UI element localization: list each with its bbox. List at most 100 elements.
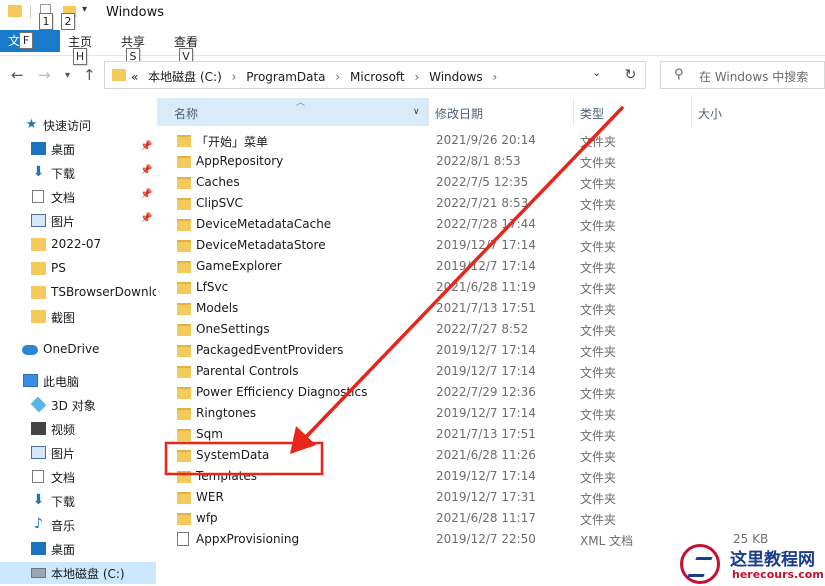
file-name[interactable]: Models — [196, 301, 238, 315]
file-row[interactable]: LfSvc 2021/6/28 11:19 文件夹 — [157, 277, 825, 298]
folder-icon — [177, 198, 191, 210]
nav-item-music[interactable]: ♪ 音乐 — [0, 514, 156, 536]
search-box[interactable]: ⚲ 在 Windows 中搜索 — [660, 61, 825, 89]
column-header-size[interactable]: 大小 — [698, 105, 722, 122]
file-row[interactable]: OneSettings 2022/7/27 8:52 文件夹 — [157, 319, 825, 340]
nav-item-drive-c[interactable]: 本地磁盘 (C:) — [0, 562, 156, 584]
column-header-date[interactable]: 修改日期 — [435, 105, 483, 122]
file-row[interactable]: DeviceMetadataStore 2019/12/7 17:14 文件夹 — [157, 235, 825, 256]
forward-button[interactable]: → — [38, 66, 51, 84]
up-button[interactable]: ↑ — [83, 66, 96, 84]
file-row[interactable]: WER 2019/12/7 17:31 文件夹 — [157, 487, 825, 508]
file-row[interactable]: 「开始」菜单 2021/9/26 20:14 文件夹 — [157, 130, 825, 151]
column-header-type[interactable]: 类型 — [580, 105, 604, 122]
file-name[interactable]: Caches — [196, 175, 240, 189]
chevron-right-icon[interactable]: › — [335, 70, 340, 84]
refresh-button[interactable]: ↻ — [616, 61, 646, 89]
column-divider[interactable] — [573, 98, 574, 126]
column-header-name[interactable]: ︿ 名称 ∨ — [157, 98, 429, 126]
nav-item-documents-pc[interactable]: 文档 — [0, 466, 156, 488]
pictures-icon — [31, 446, 46, 459]
file-row[interactable]: Caches 2022/7/5 12:35 文件夹 — [157, 172, 825, 193]
file-row[interactable]: Parental Controls 2019/12/7 17:14 文件夹 — [157, 361, 825, 382]
file-name[interactable]: DeviceMetadataCache — [196, 217, 331, 231]
file-name[interactable]: WER — [196, 490, 224, 504]
download-icon: ⬇ — [32, 164, 45, 180]
nav-item-desktop-pc[interactable]: 桌面 — [0, 538, 156, 560]
file-row[interactable]: wfp 2021/6/28 11:17 文件夹 — [157, 508, 825, 529]
chevron-right-icon[interactable]: › — [493, 70, 498, 84]
pin-icon[interactable]: 📌 — [140, 213, 152, 224]
file-name[interactable]: SystemData — [196, 448, 269, 462]
nav-item-pictures-pc[interactable]: 图片 — [0, 442, 156, 464]
file-name[interactable]: Parental Controls — [196, 364, 299, 378]
nav-item-screenshots[interactable]: 截图 — [0, 306, 156, 328]
file-date: 2021/7/13 17:51 — [436, 427, 536, 441]
nav-item-ps[interactable]: PS — [0, 258, 156, 280]
back-button[interactable]: ← — [11, 66, 24, 84]
file-row[interactable]: SystemData 2021/6/28 11:26 文件夹 — [157, 445, 825, 466]
folder-icon[interactable] — [8, 5, 22, 17]
chevron-down-icon[interactable]: ∨ — [413, 107, 420, 117]
customize-toolbar-icon[interactable]: ▾ — [82, 4, 87, 15]
nav-item-videos[interactable]: 视频 — [0, 418, 156, 440]
file-row[interactable]: Templates 2019/12/7 17:14 文件夹 — [157, 466, 825, 487]
nav-onedrive[interactable]: OneDrive — [0, 339, 156, 361]
file-row[interactable]: AppRepository 2022/8/1 8:53 文件夹 — [157, 151, 825, 172]
pin-icon[interactable]: 📌 — [140, 165, 152, 176]
nav-item-pictures[interactable]: 图片 📌 — [0, 210, 156, 232]
chevron-right-icon[interactable]: › — [414, 70, 419, 84]
file-type: 文件夹 — [580, 261, 617, 275]
search-placeholder[interactable]: 在 Windows 中搜索 — [699, 68, 808, 85]
file-name[interactable]: Sqm — [196, 427, 223, 441]
file-name[interactable]: AppxProvisioning — [196, 532, 299, 546]
address-bar[interactable]: « 本地磁盘 (C:) › ProgramData › Microsoft › … — [104, 61, 646, 89]
breadcrumb-drive[interactable]: 本地磁盘 (C:) — [148, 70, 222, 84]
file-row[interactable]: Sqm 2021/7/13 17:51 文件夹 — [157, 424, 825, 445]
file-name[interactable]: wfp — [196, 511, 218, 525]
file-name[interactable]: LfSvc — [196, 280, 228, 294]
file-row[interactable]: Power Efficiency Diagnostics 2022/7/29 12… — [157, 382, 825, 403]
folder-icon — [177, 303, 191, 315]
file-name[interactable]: OneSettings — [196, 322, 270, 336]
pin-icon[interactable]: 📌 — [140, 189, 152, 200]
nav-item-downloads[interactable]: ⬇ 下载 📌 — [0, 162, 156, 184]
nav-quick-access[interactable]: ★ 快速访问 — [0, 114, 156, 136]
file-row[interactable]: Ringtones 2019/12/7 17:14 文件夹 — [157, 403, 825, 424]
nav-label: 图片 — [51, 447, 76, 461]
breadcrumb-overflow[interactable]: « — [131, 70, 138, 84]
breadcrumb-programdata[interactable]: ProgramData — [246, 70, 325, 84]
chevron-right-icon[interactable]: › — [232, 70, 237, 84]
pin-icon[interactable]: 📌 — [140, 141, 152, 152]
nav-item-downloads-pc[interactable]: ⬇ 下载 — [0, 490, 156, 512]
file-name[interactable]: ClipSVC — [196, 196, 243, 210]
file-type: 文件夹 — [580, 219, 617, 233]
chevron-down-icon[interactable]: ⌄ — [592, 66, 601, 79]
file-row[interactable]: GameExplorer 2019/12/7 17:14 文件夹 — [157, 256, 825, 277]
nav-this-pc[interactable]: 此电脑 — [0, 370, 156, 392]
tab-file[interactable]: 文件 F — [0, 30, 60, 52]
breadcrumb-windows[interactable]: Windows — [429, 70, 483, 84]
breadcrumb-microsoft[interactable]: Microsoft — [350, 70, 405, 84]
nav-item-3d-objects[interactable]: 3D 对象 — [0, 394, 156, 416]
file-row[interactable]: PackagedEventProviders 2019/12/7 17:14 文件夹 — [157, 340, 825, 361]
nav-item-desktop[interactable]: 桌面 📌 — [0, 138, 156, 160]
recent-locations-button[interactable]: ▾ — [65, 70, 70, 81]
file-name[interactable]: Power Efficiency Diagnostics — [196, 385, 367, 399]
nav-item-documents[interactable]: 文档 📌 — [0, 186, 156, 208]
file-name[interactable]: Ringtones — [196, 406, 256, 420]
nav-item-tsbrowserdownloads[interactable]: TSBrowserDownloads — [0, 282, 156, 304]
file-name[interactable]: Templates — [196, 469, 257, 483]
file-type: 文件夹 — [580, 177, 617, 191]
file-name[interactable]: GameExplorer — [196, 259, 282, 273]
file-row[interactable]: Models 2021/7/13 17:51 文件夹 — [157, 298, 825, 319]
file-date: 2019/12/7 17:14 — [436, 343, 536, 357]
file-row[interactable]: DeviceMetadataCache 2022/7/28 17:44 文件夹 — [157, 214, 825, 235]
file-name[interactable]: AppRepository — [196, 154, 283, 168]
file-name[interactable]: PackagedEventProviders — [196, 343, 343, 357]
nav-item-2022-07[interactable]: 2022-07 — [0, 234, 156, 256]
file-name[interactable]: 「开始」菜单 — [196, 133, 268, 150]
file-name[interactable]: DeviceMetadataStore — [196, 238, 326, 252]
column-divider[interactable] — [691, 98, 692, 126]
file-row[interactable]: ClipSVC 2022/7/21 8:53 文件夹 — [157, 193, 825, 214]
